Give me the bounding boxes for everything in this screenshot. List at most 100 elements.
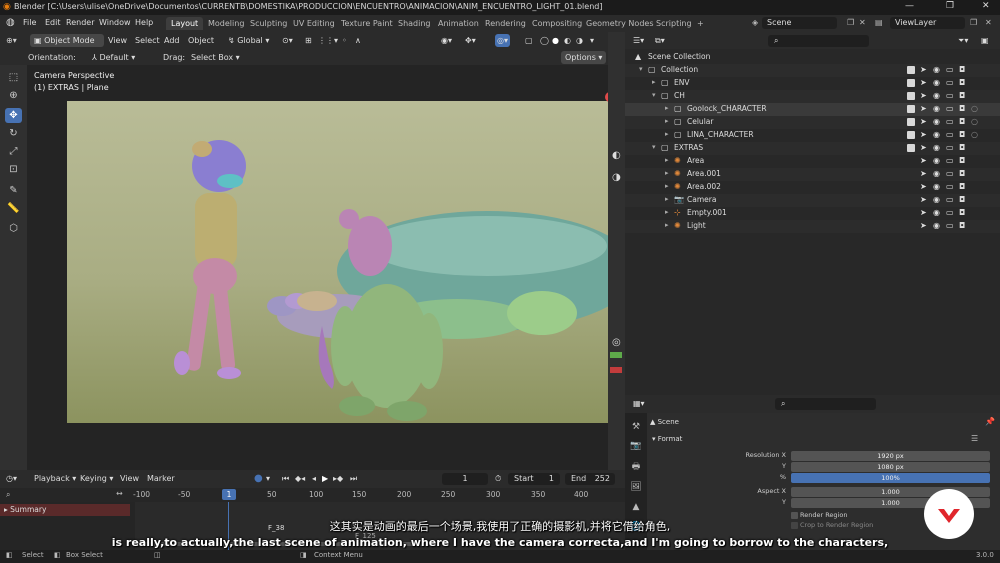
move-tool-icon[interactable]: ✥ <box>5 108 22 123</box>
add-workspace-button[interactable]: + <box>692 17 709 30</box>
resolution-percentage-field[interactable]: 100% <box>791 473 990 483</box>
chevron-right-icon[interactable]: ▸ <box>665 208 669 216</box>
menu-view-timeline[interactable]: View <box>120 472 139 485</box>
select-box-tool-icon[interactable]: ⬚ <box>5 70 22 85</box>
outliner-row[interactable]: ▸ ▢ ENV ➤ ◉ ▭ ◘ <box>625 77 1000 90</box>
cursor-tool-icon[interactable]: ⊕ <box>5 88 22 103</box>
render-camera-icon[interactable]: ◘ <box>959 65 965 74</box>
tab-layout[interactable]: Layout <box>166 17 204 30</box>
measure-tool-icon[interactable]: 📏 <box>5 201 22 216</box>
snap-target-icon[interactable]: ⋮⋮▾ <box>318 34 338 47</box>
proportional-edit-icon[interactable]: ◦ <box>342 34 347 47</box>
menu-keying[interactable]: Keying ▾ <box>80 472 113 485</box>
timeline-search-icon[interactable]: ⌕ <box>6 490 10 500</box>
filter-icon[interactable]: ⏷▾ <box>958 34 968 47</box>
viewport-display-icon[interactable]: ▭ <box>946 221 954 230</box>
editor-type-icon[interactable]: ⊕▾ <box>6 34 17 47</box>
chevron-right-icon[interactable]: ▸ <box>665 156 669 164</box>
chevron-right-icon[interactable]: ▸ <box>665 169 669 177</box>
selectable-icon[interactable]: ➤ <box>920 65 927 74</box>
tab-animation[interactable]: Animation <box>433 17 484 30</box>
eye-icon[interactable]: ◉ <box>933 182 940 191</box>
viewport-display-icon[interactable]: ▭ <box>946 91 954 100</box>
menu-add[interactable]: Add <box>164 34 180 47</box>
shading-wireframe-icon[interactable]: ◯ <box>540 34 549 47</box>
xray-icon[interactable]: ▢ <box>525 34 533 47</box>
include-checkbox[interactable] <box>907 105 915 113</box>
holdout-icon[interactable]: ○ <box>971 117 978 126</box>
scene-tab-icon[interactable]: ▲ <box>630 501 642 513</box>
view-layer-selector[interactable]: ViewLayer <box>890 17 965 29</box>
chevron-down-icon[interactable]: ▾ <box>639 65 643 73</box>
zoom-gizmo-icon[interactable]: ◑ <box>612 172 621 183</box>
add-cube-tool-icon[interactable]: ⬡ <box>5 221 22 236</box>
menu-file[interactable]: File <box>23 18 36 27</box>
chevron-right-icon[interactable]: ▸ <box>652 78 656 86</box>
range-arrows-icon[interactable]: ↔ <box>116 489 123 498</box>
include-checkbox[interactable] <box>907 79 915 87</box>
chevron-right-icon[interactable]: ▸ <box>665 195 669 203</box>
outliner-row[interactable]: ▸ ✺ Area.002 ➤ ◉ ▭ ◘ <box>625 181 1000 194</box>
render-camera-icon[interactable]: ◘ <box>959 169 965 178</box>
viewport-display-icon[interactable]: ▭ <box>946 78 954 87</box>
auto-key-record-icon[interactable]: ● <box>254 472 263 485</box>
menu-edit[interactable]: Edit <box>45 18 61 27</box>
view-layer-icon[interactable]: ▤ <box>875 18 883 27</box>
format-panel-header[interactable]: ▾ Format <box>652 435 682 443</box>
eye-icon[interactable]: ◉ <box>933 143 940 152</box>
play-reverse-icon[interactable]: ◂ <box>312 472 316 485</box>
tab-shading[interactable]: Shading <box>393 17 436 30</box>
chevron-down-icon[interactable]: ▾ <box>652 143 656 151</box>
viewport-display-icon[interactable]: ▭ <box>946 156 954 165</box>
keying-set-icon[interactable]: ▾ <box>266 472 270 485</box>
tab-texture-paint[interactable]: Texture Paint <box>336 17 398 30</box>
copy-scene-icon[interactable]: ❐ <box>847 18 854 27</box>
viewport-display-icon[interactable]: ▭ <box>946 104 954 113</box>
tab-scripting[interactable]: Scripting <box>651 17 697 30</box>
delete-view-layer-icon[interactable]: ✕ <box>985 18 992 27</box>
selectable-icon[interactable]: ➤ <box>920 195 927 204</box>
scene-selector[interactable]: Scene <box>762 17 837 29</box>
minimize-button[interactable]: — <box>905 1 914 11</box>
selectable-icon[interactable]: ➤ <box>920 91 927 100</box>
close-button[interactable]: ✕ <box>982 1 990 11</box>
menu-marker[interactable]: Marker <box>147 472 175 485</box>
selectable-icon[interactable]: ➤ <box>920 156 927 165</box>
rotate-tool-icon[interactable]: ↻ <box>5 126 22 141</box>
selectable-icon[interactable]: ➤ <box>920 169 927 178</box>
selectable-icon[interactable]: ➤ <box>920 208 927 217</box>
view-gizmo-icon[interactable]: ◐ <box>612 150 621 161</box>
current-frame-field[interactable]: 1 <box>442 473 488 485</box>
transform-orientation-selector[interactable]: ↯ Global ▾ <box>228 34 269 47</box>
selectable-icon[interactable]: ➤ <box>920 182 927 191</box>
outliner-search-input[interactable]: ⌕ <box>768 35 869 47</box>
menu-select[interactable]: Select <box>135 34 160 47</box>
viewport-display-icon[interactable]: ▭ <box>946 169 954 178</box>
tab-geometry-nodes[interactable]: Geometry Nodes <box>581 17 658 30</box>
view-layer-tab-icon[interactable]: 🖼 <box>630 481 642 493</box>
start-frame-field[interactable]: Start 1 <box>508 473 560 485</box>
output-tab-icon[interactable]: 🖶 <box>630 461 642 473</box>
viewport-display-icon[interactable]: ▭ <box>946 195 954 204</box>
menu-render[interactable]: Render <box>66 18 94 27</box>
transform-tool-icon[interactable]: ⊡ <box>5 162 22 177</box>
mode-selector[interactable]: ▣ Object Mode <box>30 34 104 47</box>
tab-sculpting[interactable]: Sculpting <box>245 17 292 30</box>
outliner-row[interactable]: ▾ ▢ EXTRAS ➤ ◉ ▭ ◘ <box>625 142 1000 155</box>
menu-object[interactable]: Object <box>188 34 214 47</box>
menu-view[interactable]: View <box>108 34 127 47</box>
tab-uv-editing[interactable]: UV Editing <box>288 17 340 30</box>
jump-end-icon[interactable]: ⏭ <box>350 472 357 485</box>
jump-start-icon[interactable]: ⏮ <box>282 472 289 485</box>
viewport-display-icon[interactable]: ▭ <box>946 130 954 139</box>
blender-menu-icon[interactable]: ◍ <box>6 17 15 28</box>
holdout-icon[interactable]: ○ <box>971 104 978 113</box>
falloff-icon[interactable]: ∧ <box>355 34 361 47</box>
display-mode-icon[interactable]: ⧉▾ <box>655 34 665 47</box>
eye-icon[interactable]: ◉ <box>933 156 940 165</box>
include-checkbox[interactable] <box>907 131 915 139</box>
drag-selector[interactable]: Select Box ▾ <box>191 51 240 64</box>
outliner-row[interactable]: ▸ ✺ Light ➤ ◉ ▭ ◘ <box>625 220 1000 233</box>
timeline-ruler[interactable]: ⌕ ↔ -100 -50 1 50 100 150 200 250 300 35… <box>0 488 625 502</box>
outliner-row[interactable]: ▸ ▢ Celular ➤ ◉ ▭ ◘ ○ <box>625 116 1000 129</box>
